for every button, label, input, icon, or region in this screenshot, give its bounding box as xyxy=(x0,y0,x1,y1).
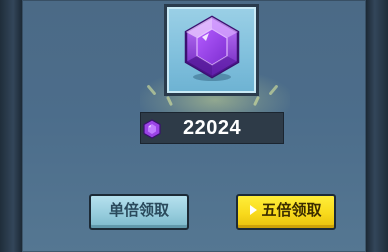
reward-panel: 22024 单倍领取 五倍领取 xyxy=(22,0,366,252)
claim-five-button[interactable]: 五倍领取 xyxy=(236,194,336,230)
reward-count-bar: 22024 xyxy=(140,112,284,144)
left-frame xyxy=(0,0,22,252)
claim-single-button[interactable]: 单倍领取 xyxy=(89,194,189,230)
purple-gem-icon xyxy=(184,15,240,79)
right-frame xyxy=(366,0,388,252)
small-gem-icon xyxy=(143,119,161,139)
claim-single-label: 单倍领取 xyxy=(108,202,169,219)
reward-count: 22024 xyxy=(183,117,242,139)
claim-five-label: 五倍领取 xyxy=(261,202,322,219)
reward-item-frame xyxy=(164,4,259,96)
play-icon xyxy=(250,204,258,215)
